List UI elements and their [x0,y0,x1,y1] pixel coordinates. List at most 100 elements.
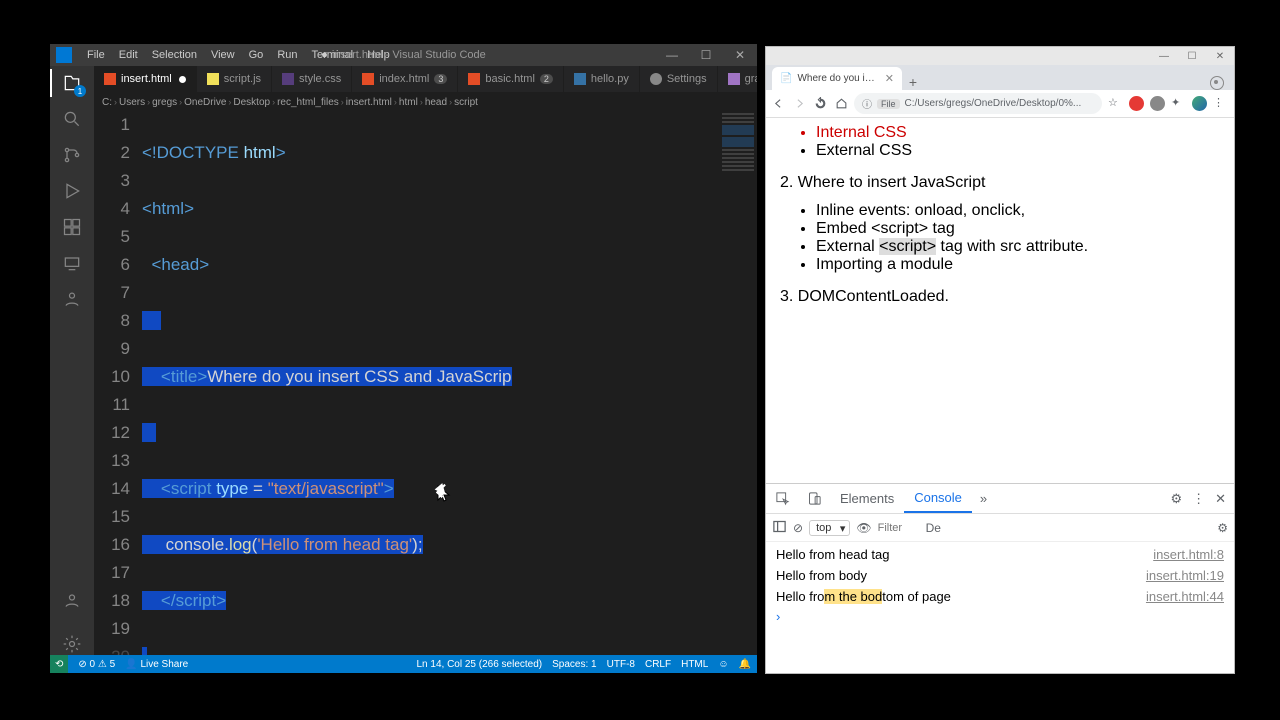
tab-hello-py[interactable]: hello.py [564,66,640,92]
titlebar: File Edit Selection View Go Run Terminal… [50,44,757,66]
live-share-icon[interactable] [61,288,83,310]
profile-avatar-icon[interactable] [1192,96,1207,111]
browser-menu-icon[interactable]: ⋮ [1213,96,1228,111]
ext-red-icon[interactable] [1129,96,1144,111]
source-control-icon[interactable] [61,144,83,166]
tab-settings[interactable]: Settings [640,66,718,92]
address-bar[interactable]: ⓘ File C:/Users/gregs/OneDrive/Desktop/0… [854,93,1102,114]
home-button[interactable] [835,97,848,110]
list-item: Embed <script> tag [816,220,1220,238]
editor-tabs: insert.html script.js style.css index.ht… [94,66,757,93]
ext-gray-icon[interactable] [1150,96,1165,111]
console-sidebar-toggle-icon[interactable] [772,519,787,537]
extensions-icon[interactable] [61,216,83,238]
devtools-settings-icon[interactable]: ⚙ [1170,491,1182,507]
tab-script-js[interactable]: script.js [197,66,272,92]
code-area[interactable]: <!DOCTYPE html> <html> <head> <title>Whe… [142,111,757,655]
menu-view[interactable]: View [206,47,240,63]
menu-selection[interactable]: Selection [147,47,202,63]
extensions-puzzle-icon[interactable]: ✦ [1171,96,1186,111]
tab-close-icon[interactable]: ✕ [885,72,894,85]
devtools-more-tabs-icon[interactable]: » [972,491,995,506]
eol-indicator[interactable]: CRLF [645,659,671,670]
back-button[interactable] [772,97,785,110]
list-item: Inline events: onload, onclick, [816,202,1220,220]
log-levels[interactable]: De [926,521,941,535]
device-toggle-icon[interactable] [798,491,830,506]
vscode-window: File Edit Selection View Go Run Terminal… [50,44,757,673]
browser-close-button[interactable]: ✕ [1206,51,1234,62]
log-source-link[interactable]: insert.html:44 [1146,589,1224,604]
console-output[interactable]: Hello from head tag insert.html:8 Hello … [766,542,1234,673]
run-debug-icon[interactable] [61,180,83,202]
devtools-tabs: Elements Console » ⚙ ⋮ ✕ [766,484,1234,514]
log-message: Hello from head tag [776,547,889,562]
page-content: Internal CSS External CSS 2. Where to in… [766,118,1234,483]
live-expression-icon[interactable]: 👁 [856,521,871,535]
tab-insert-html[interactable]: insert.html [94,66,197,92]
devtools-close-icon[interactable]: ✕ [1215,491,1226,507]
reload-button[interactable] [814,97,827,110]
feedback-icon[interactable]: ☺ [718,659,728,670]
log-source-link[interactable]: insert.html:8 [1153,547,1224,562]
media-indicator-icon[interactable] [1210,76,1224,90]
search-icon[interactable] [61,108,83,130]
line-numbers: 1234567891011121314151617181920 [94,111,142,655]
list-item: Internal CSS [816,124,1220,142]
site-info-icon[interactable]: ⓘ [862,96,872,111]
problems-indicator[interactable]: ⊘ 0 ⚠ 5 [78,659,115,670]
new-tab-button[interactable]: + [902,74,924,90]
menu-go[interactable]: Go [244,47,269,63]
cursor-position[interactable]: Ln 14, Col 25 (266 selected) [417,659,543,670]
minimize-button[interactable]: — [655,48,689,62]
console-toolbar: ⊘ top 👁 De ⚙ [766,514,1234,542]
encoding-indicator[interactable]: UTF-8 [607,659,635,670]
log-message: Hello from body [776,568,867,583]
browser-tab-title: Where do you insert CSS and Ja... [797,73,879,84]
close-button[interactable]: ✕ [723,48,757,62]
browser-tab-strip: 📄 Where do you insert CSS and Ja... ✕ + [766,65,1234,90]
breadcrumbs[interactable]: C:› Users› gregs› OneDrive› Desktop› rec… [94,93,757,111]
forward-button[interactable] [793,97,806,110]
console-log-row: Hello from the bodtom of page insert.htm… [766,586,1234,607]
context-selector[interactable]: top [809,520,850,536]
remote-indicator[interactable]: ⟲ [50,655,68,673]
tab-console[interactable]: Console [904,484,972,513]
explorer-icon[interactable]: 1 [61,72,83,94]
menu-edit[interactable]: Edit [114,47,143,63]
editor[interactable]: 1234567891011121314151617181920 <!DOCTYP… [94,111,757,655]
browser-minimize-button[interactable]: — [1150,51,1178,62]
accounts-icon[interactable] [61,589,83,611]
heading: 3. DOMContentLoaded. [780,288,1220,306]
minimap[interactable] [719,111,757,655]
console-filter-input[interactable] [878,522,920,534]
indent-indicator[interactable]: Spaces: 1 [552,659,596,670]
notifications-icon[interactable]: 🔔 [739,659,751,670]
remote-icon[interactable] [61,252,83,274]
tab-graphics[interactable]: graphics.p [718,66,757,92]
maximize-button[interactable]: ☐ [689,48,723,62]
tab-elements[interactable]: Elements [830,484,904,513]
console-log-row: Hello from body insert.html:19 [766,565,1234,586]
inspect-element-icon[interactable] [766,491,798,506]
tab-basic-html[interactable]: basic.html2 [458,66,564,92]
devtools-menu-icon[interactable]: ⋮ [1192,491,1205,507]
window-title: ●insert.html - Visual Studio Code [321,49,486,61]
list-item: Importing a module [816,256,1220,274]
browser-maximize-button[interactable]: ☐ [1178,51,1206,62]
tab-style-css[interactable]: style.css [272,66,352,92]
devtools: Elements Console » ⚙ ⋮ ✕ ⊘ top 👁 De ⚙ He… [766,483,1234,673]
browser-tab-favicon: 📄 [780,73,792,84]
browser-tab[interactable]: 📄 Where do you insert CSS and Ja... ✕ [772,67,902,90]
console-settings-icon[interactable]: ⚙ [1217,521,1228,535]
settings-gear-icon[interactable] [61,633,83,655]
console-prompt[interactable]: › [766,607,1234,626]
live-share-button[interactable]: 👤 Live Share [125,659,188,670]
menu-run[interactable]: Run [272,47,302,63]
tab-index-html[interactable]: index.html3 [352,66,458,92]
bookmark-star-icon[interactable]: ☆ [1108,96,1123,111]
menu-file[interactable]: File [82,47,110,63]
clear-console-icon[interactable]: ⊘ [793,521,803,535]
log-source-link[interactable]: insert.html:19 [1146,568,1224,583]
language-indicator[interactable]: HTML [681,659,708,670]
